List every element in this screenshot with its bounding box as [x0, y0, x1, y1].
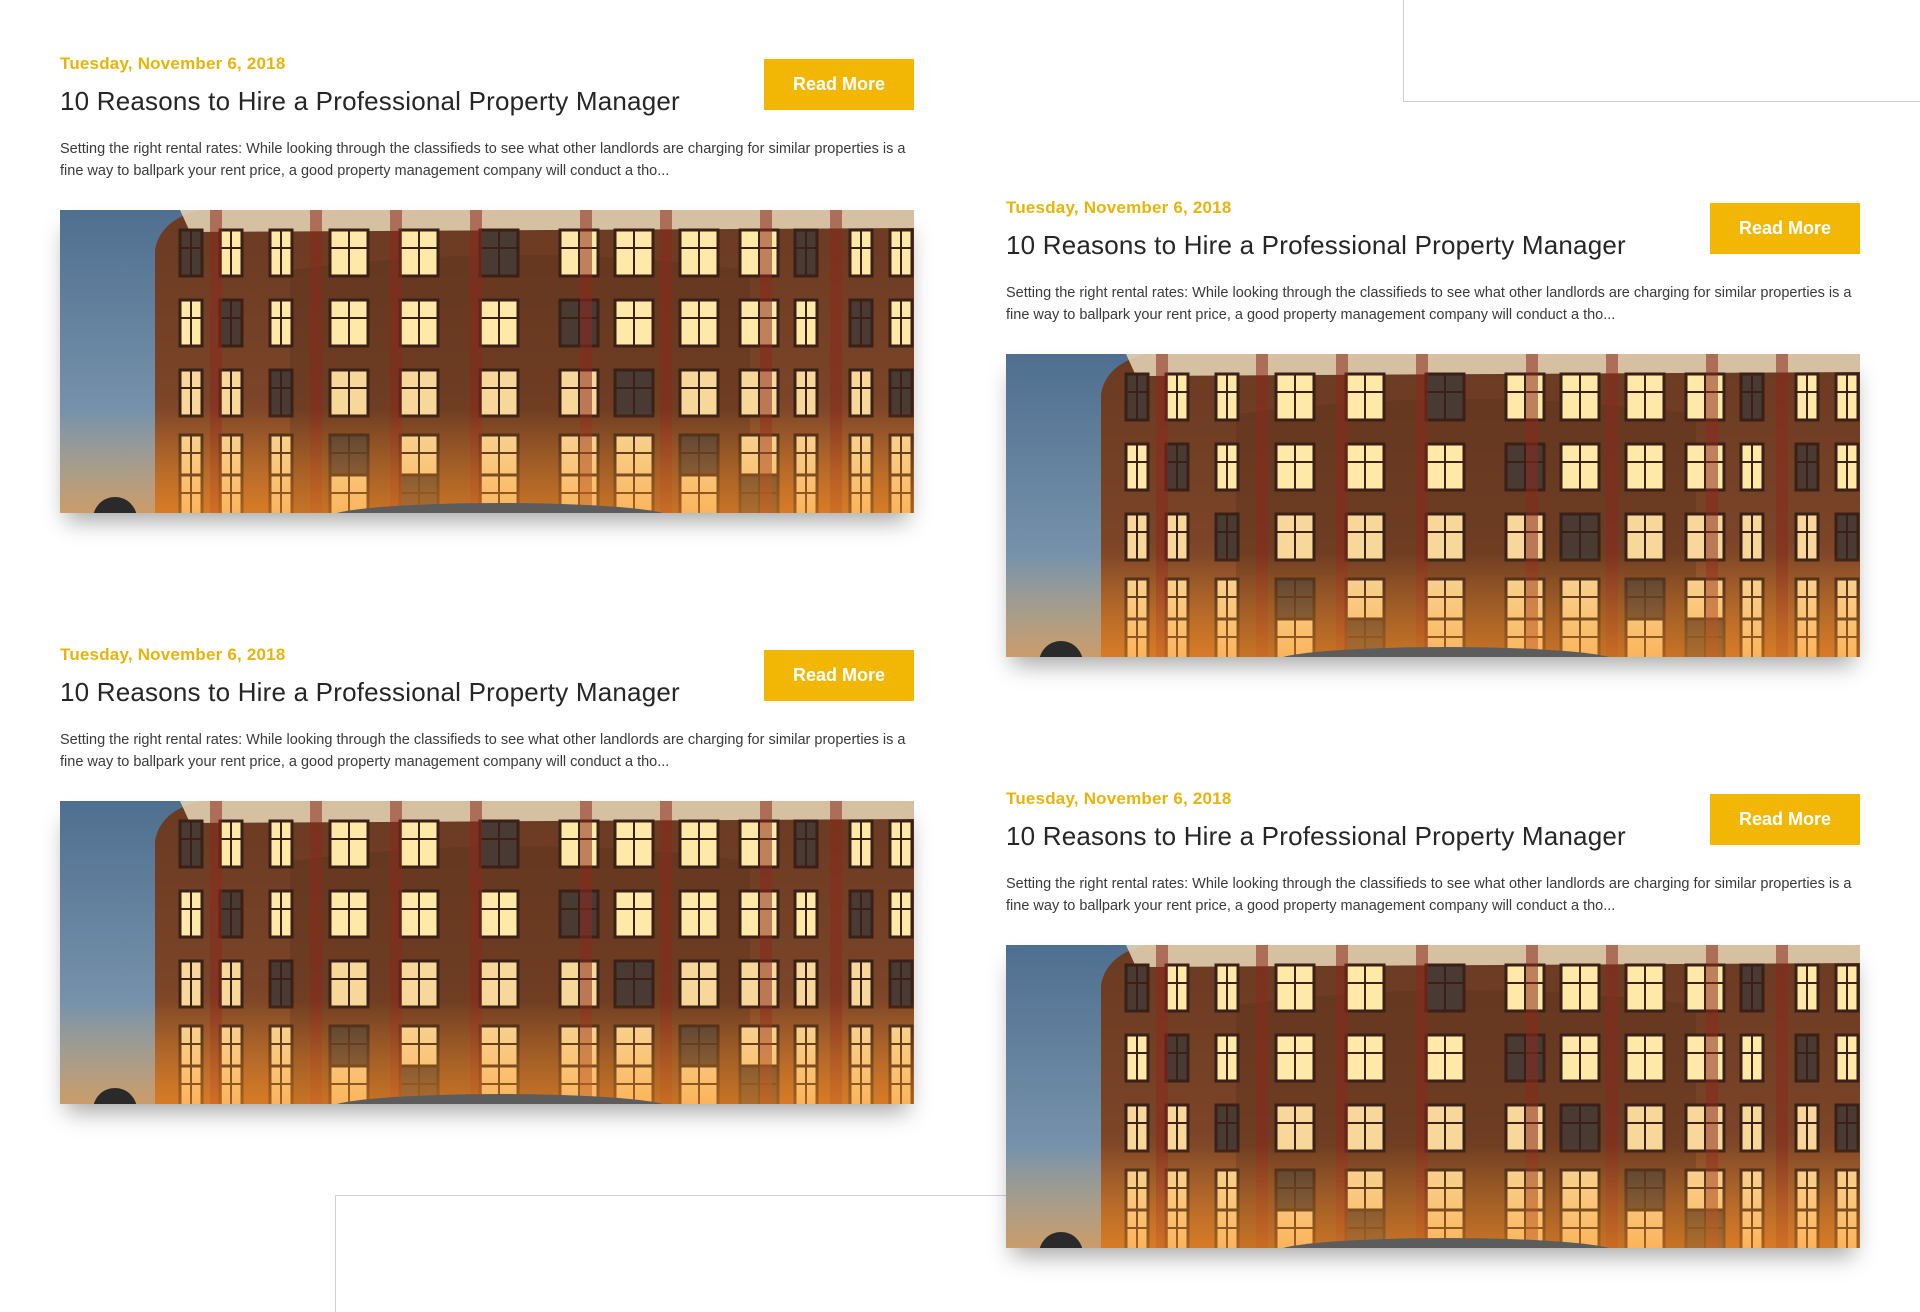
building-photo	[60, 210, 914, 513]
decorative-frame-top-right	[1403, 0, 1920, 102]
post-header: Tuesday, November 6, 2018 10 Reasons to …	[1006, 789, 1860, 853]
post-excerpt: Setting the right rental rates: While lo…	[60, 732, 906, 770]
post-title[interactable]: 10 Reasons to Hire a Professional Proper…	[60, 86, 680, 117]
blog-post-grid: Tuesday, November 6, 2018 10 Reasons to …	[0, 0, 1920, 1312]
post-date: Tuesday, November 6, 2018	[1006, 198, 1232, 217]
post-date: Tuesday, November 6, 2018	[60, 54, 286, 73]
decorative-frame-bottom-left	[335, 1195, 1015, 1312]
post-title[interactable]: 10 Reasons to Hire a Professional Proper…	[1006, 230, 1626, 261]
read-more-button[interactable]: Read More	[764, 59, 914, 110]
post-excerpt: Setting the right rental rates: While lo…	[60, 141, 906, 179]
post-image[interactable]	[1006, 945, 1860, 1248]
post-header: Tuesday, November 6, 2018 10 Reasons to …	[60, 645, 914, 709]
post-title[interactable]: 10 Reasons to Hire a Professional Proper…	[1006, 821, 1626, 852]
post-excerpt: Setting the right rental rates: While lo…	[1006, 285, 1852, 323]
post-image[interactable]	[60, 210, 914, 513]
blog-post-card: Tuesday, November 6, 2018 10 Reasons to …	[60, 54, 914, 513]
building-photo	[1006, 354, 1860, 657]
post-header: Tuesday, November 6, 2018 10 Reasons to …	[1006, 198, 1860, 262]
post-title[interactable]: 10 Reasons to Hire a Professional Proper…	[60, 677, 680, 708]
building-photo	[60, 801, 914, 1104]
blog-post-card: Tuesday, November 6, 2018 10 Reasons to …	[1006, 198, 1860, 657]
post-date: Tuesday, November 6, 2018	[1006, 789, 1232, 808]
read-more-button[interactable]: Read More	[1710, 794, 1860, 845]
post-image[interactable]	[1006, 354, 1860, 657]
building-photo	[1006, 945, 1860, 1248]
blog-post-card: Tuesday, November 6, 2018 10 Reasons to …	[60, 645, 914, 1104]
post-date: Tuesday, November 6, 2018	[60, 645, 286, 664]
blog-post-card: Tuesday, November 6, 2018 10 Reasons to …	[1006, 789, 1860, 1248]
read-more-button[interactable]: Read More	[764, 650, 914, 701]
post-excerpt: Setting the right rental rates: While lo…	[1006, 876, 1852, 914]
post-header: Tuesday, November 6, 2018 10 Reasons to …	[60, 54, 914, 118]
read-more-button[interactable]: Read More	[1710, 203, 1860, 254]
post-image[interactable]	[60, 801, 914, 1104]
